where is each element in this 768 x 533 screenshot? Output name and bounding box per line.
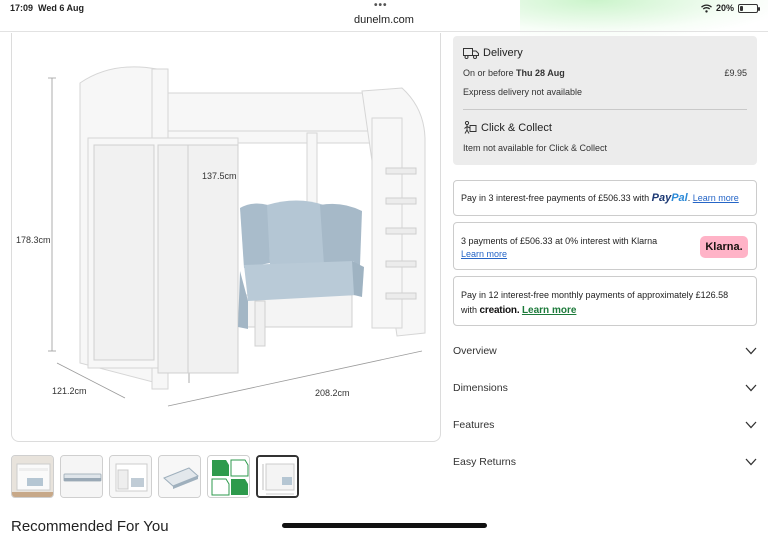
creation-text: Pay in 12 interest-free monthly payments…	[461, 290, 729, 300]
klarna-logo-badge: Klarna.	[700, 236, 748, 258]
bunk-bed-illustration	[48, 66, 426, 407]
thumbnail-certification-badges[interactable]	[207, 455, 250, 498]
accordion-easy-returns[interactable]: Easy Returns	[453, 452, 757, 472]
chevron-down-icon	[745, 384, 757, 392]
dim-width: 208.2cm	[315, 388, 350, 398]
thumbnail-mattress-side-view[interactable]	[60, 455, 103, 498]
click-collect-person-icon	[464, 121, 477, 134]
home-indicator[interactable]	[282, 523, 487, 528]
dim-depth: 121.2cm	[52, 386, 87, 396]
accordion-dimensions[interactable]: Dimensions	[453, 378, 757, 398]
chevron-down-icon	[745, 347, 757, 355]
product-image-panel[interactable]: 178.3cm 137.5cm 121.2cm 208.2cm	[11, 33, 441, 442]
status-time: 17:09 Wed 6 Aug	[10, 3, 85, 13]
delivery-date: On or before Thu 28 Aug	[463, 68, 565, 78]
paypal-text: Pay in 3 interest-free payments of £506.…	[461, 193, 650, 203]
thumbnail-bed-open-view[interactable]	[109, 455, 152, 498]
klarna-text: 3 payments of £506.33 at 0% interest wit…	[461, 236, 658, 246]
accordion-features[interactable]: Features	[453, 415, 757, 435]
recommended-heading: Recommended For You	[11, 518, 169, 533]
paypal-learn-more-link[interactable]: Learn more	[693, 193, 739, 203]
delivery-truck-icon	[463, 47, 479, 59]
paypal-logo: PayPal	[651, 192, 688, 204]
creation-logo: creation.	[479, 305, 520, 316]
status-right: 20%	[701, 3, 760, 13]
delivery-divider	[463, 109, 747, 110]
browser-menu-dots[interactable]: •••	[374, 0, 388, 11]
delivery-price: £9.95	[724, 68, 747, 78]
toolbar-divider	[0, 31, 768, 32]
wifi-icon	[701, 3, 712, 13]
thumbnail-strip	[11, 455, 299, 498]
creation-learn-more-link[interactable]: Learn more	[522, 305, 576, 316]
delivery-heading: Delivery	[463, 47, 523, 59]
express-note: Express delivery not available	[463, 87, 583, 97]
battery-percent: 20%	[715, 3, 734, 13]
dim-total-height: 178.3cm	[16, 235, 51, 245]
creation-offer: Pay in 12 interest-free monthly payments…	[453, 276, 757, 326]
thumbnail-dimensions-diagram[interactable]	[256, 455, 299, 498]
thumbnail-bed-front-view[interactable]	[11, 455, 54, 498]
status-bar: 17:09 Wed 6 Aug ••• 20%	[0, 0, 768, 14]
delivery-panel: Delivery On or before Thu 28 Aug £9.95 E…	[453, 36, 757, 165]
chevron-down-icon	[745, 421, 757, 429]
klarna-offer: 3 payments of £506.33 at 0% interest wit…	[453, 222, 757, 270]
battery-icon	[738, 3, 760, 13]
paypal-offer: Pay in 3 interest-free payments of £506.…	[453, 180, 757, 216]
accordion-overview[interactable]: Overview	[453, 341, 757, 361]
thumbnail-mattress-angle-view[interactable]	[158, 455, 201, 498]
chevron-down-icon	[745, 458, 757, 466]
klarna-learn-more-link[interactable]: Learn more	[461, 249, 507, 259]
dim-under-height: 137.5cm	[202, 171, 237, 181]
click-collect-note: Item not available for Click & Collect	[463, 143, 608, 153]
address-bar[interactable]: dunelm.com	[0, 14, 768, 26]
click-collect-heading: Click & Collect	[463, 121, 552, 134]
